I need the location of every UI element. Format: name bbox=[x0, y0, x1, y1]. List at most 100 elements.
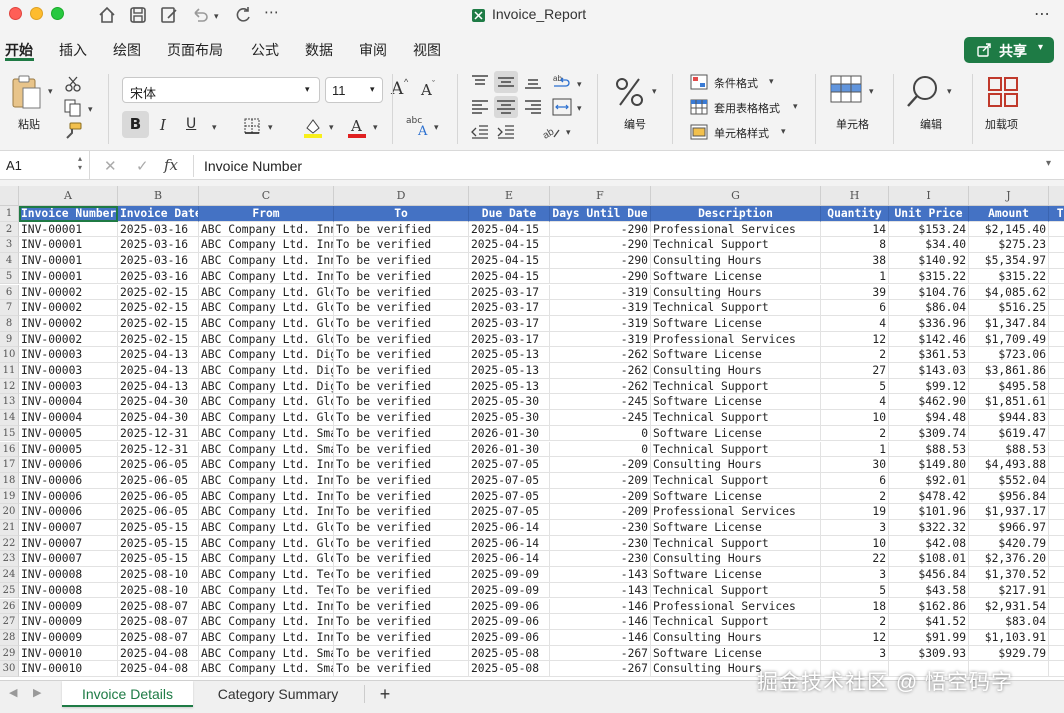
table-cell[interactable] bbox=[1049, 551, 1064, 568]
table-cell[interactable]: 2025-04-15 bbox=[469, 268, 550, 285]
table-cell[interactable]: $309.93 bbox=[889, 645, 969, 662]
table-cell[interactable]: -146 bbox=[550, 598, 651, 615]
conditional-format-dropdown-icon[interactable]: ▾ bbox=[769, 76, 774, 87]
table-cell[interactable]: 10 bbox=[821, 535, 889, 552]
table-cell[interactable]: ABC Company Ltd. Glo bbox=[199, 410, 334, 426]
table-cell[interactable]: Technical Support bbox=[651, 300, 821, 316]
table-cell[interactable]: Software License bbox=[651, 425, 821, 442]
table-cell[interactable]: 2025-04-13 bbox=[118, 363, 199, 379]
table-cell[interactable]: INV-00003 bbox=[19, 347, 118, 363]
table-cell[interactable]: -319 bbox=[550, 300, 651, 316]
table-cell[interactable] bbox=[1049, 269, 1064, 285]
table-cell[interactable]: 2026-01-30 bbox=[469, 425, 550, 442]
table-cell[interactable]: Technical Support bbox=[651, 614, 821, 630]
table-cell[interactable]: INV-00006 bbox=[19, 472, 118, 489]
table-cell[interactable]: $336.96 bbox=[889, 315, 969, 332]
table-cell[interactable]: 2025-03-16 bbox=[118, 253, 199, 269]
column-header-b[interactable]: B bbox=[118, 186, 199, 206]
table-cell[interactable]: ABC Company Ltd. Glo bbox=[199, 284, 334, 301]
table-cell[interactable]: To be verified bbox=[334, 363, 469, 379]
table-cell[interactable]: Professional Services bbox=[651, 504, 821, 520]
table-cell[interactable]: Consulting Hours bbox=[651, 457, 821, 473]
table-cell[interactable]: 27 bbox=[821, 363, 889, 379]
table-cell[interactable]: INV-00007 bbox=[19, 520, 118, 536]
table-cell[interactable]: 2025-07-05 bbox=[469, 457, 550, 473]
table-cell[interactable]: INV-00002 bbox=[19, 331, 118, 348]
table-cell[interactable]: 2 bbox=[821, 488, 889, 505]
format-as-table-icon[interactable] bbox=[690, 99, 708, 115]
table-cell[interactable]: 2025-04-08 bbox=[118, 661, 199, 677]
table-cell[interactable]: 2025-04-13 bbox=[118, 378, 199, 395]
table-cell[interactable]: -146 bbox=[550, 629, 651, 646]
table-cell[interactable]: $723.06 bbox=[969, 347, 1049, 363]
table-cell[interactable]: $1,937.17 bbox=[969, 504, 1049, 520]
table-cell[interactable]: $108.01 bbox=[889, 551, 969, 568]
table-cell[interactable]: INV-00006 bbox=[19, 457, 118, 473]
table-cell[interactable]: 14 bbox=[821, 221, 889, 238]
table-cell[interactable]: 3 bbox=[821, 645, 889, 662]
table-cell[interactable] bbox=[1049, 363, 1064, 379]
borders-dropdown-icon[interactable]: ▾ bbox=[268, 122, 273, 133]
table-cell[interactable]: $495.58 bbox=[969, 378, 1049, 395]
table-cell[interactable]: 38 bbox=[821, 253, 889, 269]
table-cell[interactable]: $956.84 bbox=[969, 488, 1049, 505]
table-cell[interactable]: 2025-06-05 bbox=[118, 472, 199, 489]
table-cell[interactable]: -319 bbox=[550, 315, 651, 332]
header-cell[interactable]: To bbox=[334, 206, 469, 222]
table-cell[interactable] bbox=[1049, 630, 1064, 646]
table-cell[interactable]: ABC Company Ltd. Inn bbox=[199, 472, 334, 489]
table-cell[interactable]: -230 bbox=[550, 535, 651, 552]
cell-styles-dropdown-icon[interactable]: ▾ bbox=[781, 126, 786, 137]
tab-review[interactable]: 审阅 bbox=[359, 40, 387, 60]
table-cell[interactable] bbox=[1049, 222, 1064, 238]
table-cell[interactable]: Software License bbox=[651, 394, 821, 411]
table-cell[interactable]: Technical Support bbox=[651, 378, 821, 395]
table-cell[interactable]: To be verified bbox=[334, 237, 469, 254]
table-cell[interactable]: 2025-06-14 bbox=[469, 535, 550, 552]
table-cell[interactable]: 4 bbox=[821, 315, 889, 332]
cells-dropdown-icon[interactable]: ▾ bbox=[869, 86, 874, 97]
table-cell[interactable]: 2025-02-15 bbox=[118, 331, 199, 348]
table-cell[interactable]: $619.47 bbox=[969, 425, 1049, 442]
table-cell[interactable]: 8 bbox=[821, 237, 889, 254]
table-cell[interactable]: To be verified bbox=[334, 331, 469, 348]
table-cell[interactable]: INV-00009 bbox=[19, 629, 118, 646]
formula-input[interactable]: Invoice Number bbox=[204, 158, 302, 174]
table-cell[interactable]: Software License bbox=[651, 268, 821, 285]
table-cell[interactable]: 12 bbox=[821, 331, 889, 348]
header-cell[interactable]: Due Date bbox=[469, 206, 550, 222]
editing-dropdown-icon[interactable]: ▾ bbox=[947, 86, 952, 97]
table-cell[interactable]: Technical Support bbox=[651, 535, 821, 552]
table-cell[interactable]: $99.12 bbox=[889, 378, 969, 395]
borders-icon[interactable] bbox=[243, 117, 261, 135]
cells-icon[interactable] bbox=[829, 74, 863, 106]
table-cell[interactable]: 2025-05-13 bbox=[469, 378, 550, 395]
table-cell[interactable]: -267 bbox=[550, 661, 651, 677]
table-cell[interactable]: To be verified bbox=[334, 425, 469, 442]
table-cell[interactable] bbox=[1049, 237, 1064, 254]
table-cell[interactable]: 2025-03-16 bbox=[118, 268, 199, 285]
table-cell[interactable]: $104.76 bbox=[889, 284, 969, 301]
table-cell[interactable]: $456.84 bbox=[889, 567, 969, 583]
row-header[interactable]: 8 bbox=[0, 315, 19, 332]
table-cell[interactable]: INV-00002 bbox=[19, 315, 118, 332]
table-cell[interactable]: 3 bbox=[821, 520, 889, 536]
table-cell[interactable] bbox=[1049, 457, 1064, 473]
table-cell[interactable]: 2025-09-06 bbox=[469, 629, 550, 646]
wrap-text-icon[interactable]: ab bbox=[552, 72, 572, 92]
table-cell[interactable]: ABC Company Ltd. Inn bbox=[199, 237, 334, 254]
table-cell[interactable]: $2,931.54 bbox=[969, 598, 1049, 615]
table-cell[interactable]: 2025-12-31 bbox=[118, 425, 199, 442]
table-cell[interactable]: To be verified bbox=[334, 457, 469, 473]
table-cell[interactable]: 2025-07-05 bbox=[469, 472, 550, 489]
select-all-corner[interactable] bbox=[0, 186, 19, 206]
row-header[interactable]: 2 bbox=[0, 221, 19, 238]
table-cell[interactable] bbox=[1049, 442, 1064, 458]
format-as-table-label[interactable]: 套用表格格式 bbox=[714, 100, 780, 116]
minimize-window-button[interactable] bbox=[30, 7, 43, 20]
table-cell[interactable]: $101.96 bbox=[889, 504, 969, 520]
table-cell[interactable]: To be verified bbox=[334, 253, 469, 269]
table-cell[interactable]: Technical Support bbox=[651, 441, 821, 458]
table-cell[interactable] bbox=[1049, 520, 1064, 536]
bold-button[interactable]: B bbox=[122, 111, 149, 138]
